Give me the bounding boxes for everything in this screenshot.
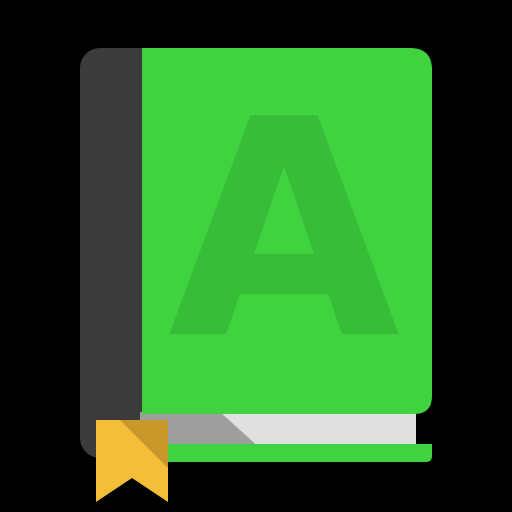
cover-letter: A: [168, 56, 402, 405]
app-icon-canvas: A: [0, 0, 512, 512]
dictionary-book-icon[interactable]: A: [0, 0, 512, 512]
book-cover-lip: [142, 444, 432, 462]
